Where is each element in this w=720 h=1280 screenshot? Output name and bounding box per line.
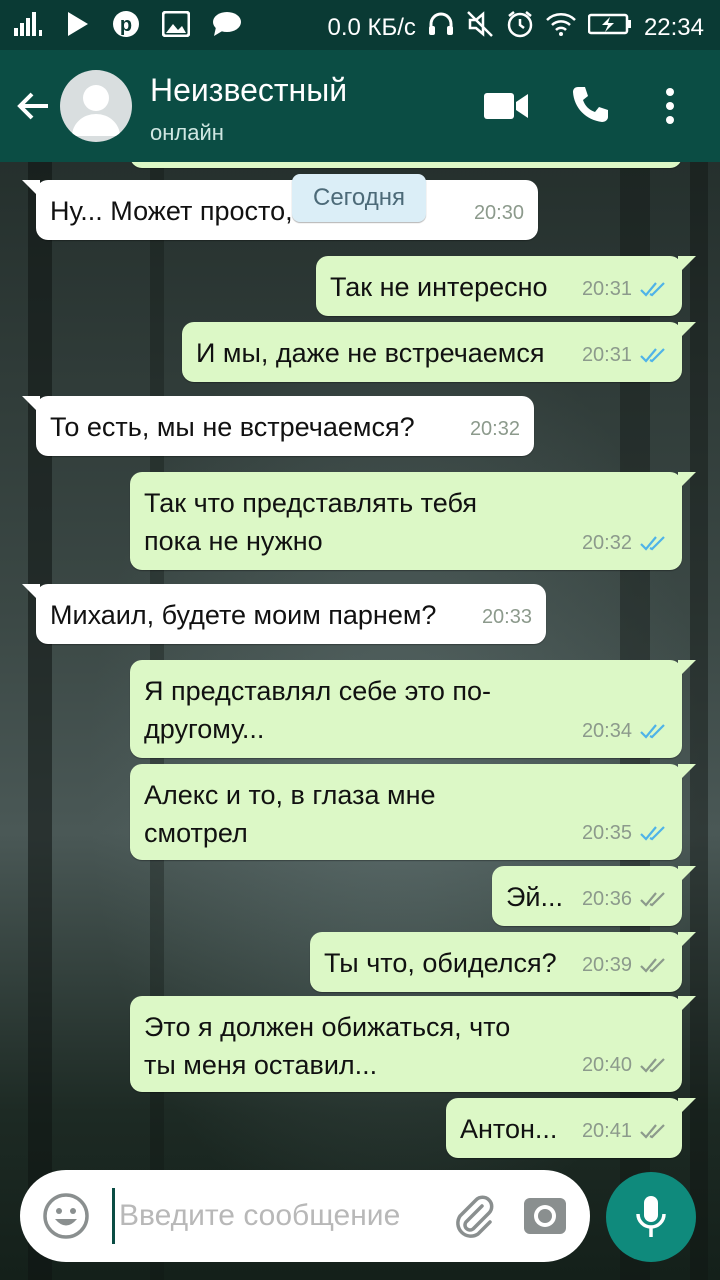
net-speed: 0.0 КБ/с [327,13,416,41]
voice-call-button[interactable] [570,84,610,129]
read-ticks-icon [640,536,665,551]
pinterest-icon: p [112,10,140,43]
message-time: 20:32 [581,532,632,554]
signal-icon [14,12,44,41]
wifi-icon [546,12,576,43]
phone-icon [573,87,608,122]
message-time: 20:36 [581,888,632,910]
camera-button[interactable] [522,1192,568,1243]
message-input-bar [20,1170,590,1262]
message-input[interactable] [112,1188,432,1244]
camera-icon [524,1198,566,1234]
previous-message-edge [130,162,682,168]
message-bubble[interactable]: И мы, даже не встречаемся 20:31 [182,322,696,382]
message-time: 20:30 [473,202,524,224]
delivered-ticks-icon [640,1058,665,1073]
message-time: 20:31 [581,344,632,366]
message-bubble[interactable]: Михаил, будете моим парнем? 20:33 [22,584,546,644]
paperclip-icon [456,1195,494,1238]
read-ticks-icon [640,724,665,739]
arrow-left-icon [17,92,48,120]
more-vertical-icon [666,88,674,124]
smiley-icon [43,1193,89,1239]
gallery-icon [161,10,191,42]
message-bubble[interactable]: Ну... Может просто, котенкий 20:30 [22,180,538,240]
video-call-button[interactable] [484,90,530,127]
message-bubble[interactable]: Ты что, обиделся? 20:39 [310,932,696,992]
message-bubble[interactable]: Эй... 20:36 [492,866,696,926]
message-time: 20:35 [581,822,632,844]
contact-name[interactable]: Неизвестный [150,72,347,109]
play-store-icon [66,11,90,42]
message-icon [212,11,242,42]
back-button[interactable] [14,86,54,126]
contact-status: онлайн [150,120,224,145]
message-time: 20:31 [581,278,632,300]
microphone-icon [636,1196,666,1237]
message-bubble[interactable]: Это я должен обижаться, что ты меня оста… [130,996,696,1092]
read-ticks-icon [640,348,665,363]
chat-header: Неизвестный онлайн [0,50,720,162]
delivered-ticks-icon [640,1124,665,1139]
headphones-icon [428,12,454,43]
date-separator: Сегодня [292,174,426,222]
delivered-ticks-icon [640,892,665,907]
alarm-icon [506,10,534,45]
message-bubble[interactable]: Алекс и то, в глаза мне смотрел 20:35 [130,764,696,860]
delivered-ticks-icon [640,958,665,973]
battery-icon [587,13,632,42]
message-time: 20:41 [581,1120,632,1142]
message-bubble[interactable]: Антон... 20:41 [446,1098,696,1158]
video-camera-icon [484,93,528,119]
more-menu-button[interactable] [664,86,676,131]
voice-record-button[interactable] [606,1172,696,1262]
message-text: То есть, мы не встречаемся? [50,412,415,442]
message-time: 20:40 [581,1054,632,1076]
chat-area[interactable]: Ну... Может просто, котенкий 20:30 Сегод… [0,162,720,1280]
read-ticks-icon [640,282,665,297]
background-tree [28,162,52,1280]
message-text: Михаил, будете моим парнем? [50,600,437,630]
avatar[interactable] [60,70,132,142]
message-time: 20:34 [581,720,632,742]
message-text: Ну... Может просто, котенкий [50,196,411,226]
message-bubble[interactable]: То есть, мы не встречаемся? 20:32 [22,396,534,456]
attach-button[interactable] [452,1194,498,1245]
mute-icon [466,10,494,45]
message-bubble[interactable]: Так не интересно 20:31 [316,256,696,316]
message-time: 20:32 [469,418,520,440]
clock: 22:34 [643,13,704,41]
read-ticks-icon [640,826,665,841]
default-avatar-icon [72,85,120,136]
status-bar: p 0.0 КБ/с 22:34 [0,0,720,50]
message-time: 20:33 [481,606,532,628]
message-time: 20:39 [581,954,632,976]
svg-text:p: p [120,14,132,36]
message-bubble[interactable]: Так что представлять тебя пока не нужно … [130,472,696,570]
message-bubble[interactable]: Я представлял себе это по- другому... 20… [130,660,696,758]
emoji-button[interactable] [42,1192,90,1245]
